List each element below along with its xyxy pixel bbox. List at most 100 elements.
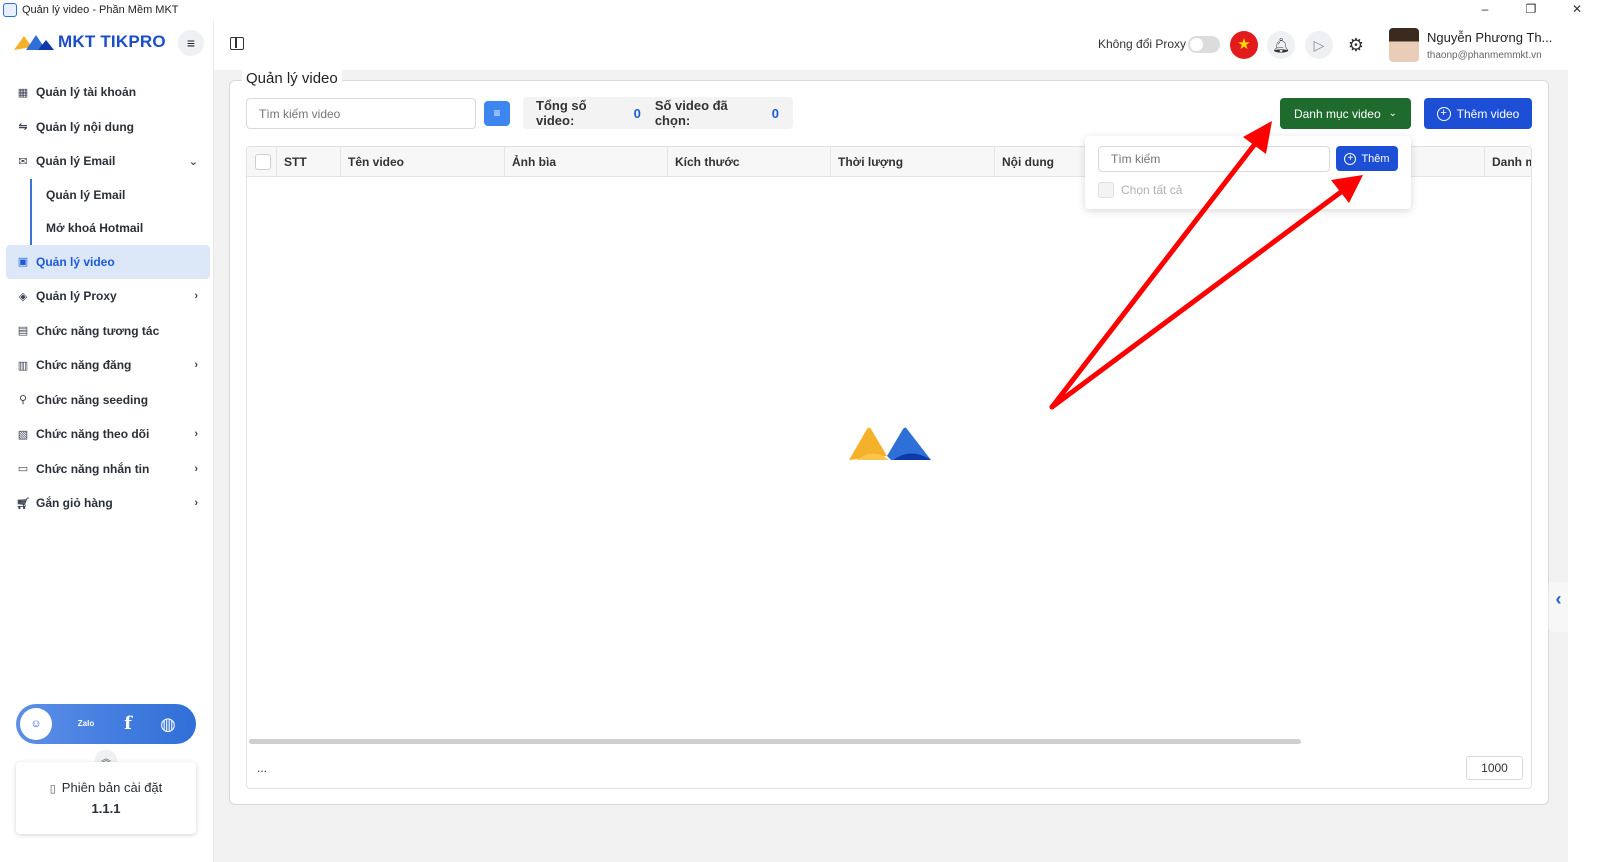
sidebar-item-label: Gắn giỏ hàng	[36, 496, 113, 511]
column-header-cover[interactable]: Ảnh bìa	[505, 147, 668, 177]
column-header-category[interactable]: Danh m	[1485, 147, 1531, 177]
sidebar-item-proxy[interactable]: ◈ Quản lý Proxy ›	[6, 279, 210, 314]
plus-icon: +	[1436, 106, 1451, 121]
language-flag-icon[interactable]: ★	[1230, 31, 1258, 59]
column-header-size[interactable]: Kích thước	[668, 147, 831, 177]
sidebar-item-label: Chức năng theo dõi	[36, 427, 150, 442]
window-controls: – ❐ ✕	[1462, 0, 1600, 20]
chevron-right-icon: ›	[194, 359, 198, 372]
horizontal-scrollbar[interactable]	[249, 739, 1301, 744]
total-label: Tổng số video:	[536, 98, 587, 128]
select-all-categories-checkbox[interactable]	[1098, 182, 1114, 198]
column-header-duration[interactable]: Thời lượng	[831, 147, 995, 177]
select-all-categories-label: Chọn tất cả	[1121, 183, 1183, 197]
minimize-button[interactable]: –	[1462, 0, 1508, 20]
interaction-icon: ▤	[17, 325, 29, 338]
close-button[interactable]: ✕	[1554, 0, 1600, 20]
brand-name: MKT TIKPRO	[58, 32, 166, 51]
dashboard-icon: ▦	[17, 86, 29, 99]
cart-icon: 🛒︎	[16, 497, 30, 510]
video-icon: ▣	[17, 256, 29, 269]
seeding-icon: ⚲	[18, 394, 28, 407]
chevron-left-icon[interactable]: ‹	[1548, 582, 1568, 632]
sidebar-item-cart[interactable]: 🛒︎ Gắn giỏ hàng ›	[6, 486, 210, 521]
chevron-right-icon: ›	[194, 462, 198, 475]
menu-toggle-icon[interactable]: ≡	[178, 30, 204, 56]
window-titlebar: Quản lý video - Phần Mềm MKT – ❐ ✕	[0, 0, 1600, 20]
social-bar: ☺ Zalo f ◍	[16, 704, 196, 744]
post-icon: ▥	[17, 359, 29, 372]
version-number: 1.1.1	[91, 801, 121, 816]
top-header: Không đổi Proxy ★ 🔔︎ ▷ ⚙ Nguyễn Phương T…	[214, 20, 1568, 70]
column-header-name[interactable]: Tên video	[341, 147, 505, 177]
sidebar-item-video[interactable]: ▣ Quản lý video	[6, 244, 210, 279]
sidebar-item-label: Quản lý Email	[36, 154, 116, 169]
page-title: Quản lý video	[242, 70, 342, 87]
gear-icon[interactable]: ⚙	[1342, 31, 1370, 59]
zalo-icon[interactable]: Zalo	[70, 708, 102, 740]
sidebar-item-label: Quản lý tài khoản	[36, 85, 137, 100]
sidebar-subitem-email-manage[interactable]: Quản lý Email	[30, 178, 210, 212]
sidebar-item-seeding[interactable]: ⚲ Chức năng seeding	[6, 383, 210, 418]
bell-icon[interactable]: 🔔︎	[1267, 31, 1295, 59]
right-gutter	[1568, 20, 1600, 862]
proxy-toggle[interactable]	[1188, 36, 1220, 53]
layout-toggle-icon[interactable]	[230, 37, 244, 50]
video-table: STT Tên video Ảnh bìa Kích thước Thời lư…	[246, 146, 1532, 789]
add-video-label: Thêm video	[1456, 106, 1520, 121]
chevron-down-icon: ⌄	[1388, 108, 1398, 119]
sidebar: MKT TIKPRO ≡ ▦ Quản lý tài khoản ⇋ Quản …	[0, 20, 214, 862]
video-stats: Tổng số video: 0 Số video đã chọn: 0	[523, 97, 793, 129]
video-category-button[interactable]: Danh mục video ⌄	[1280, 98, 1411, 129]
sidebar-item-label: Quản lý Proxy	[36, 289, 117, 304]
pagination-ellipsis: ...	[257, 761, 268, 775]
chevron-right-icon: ›	[194, 497, 198, 510]
search-video-input[interactable]	[246, 98, 476, 129]
selected-label: Số video đã chọn:	[654, 98, 728, 128]
app-icon	[3, 3, 17, 17]
user-email: thaonp@phanmemmkt.vn	[1427, 50, 1542, 61]
select-all-checkbox[interactable]	[255, 154, 271, 170]
email-icon: ✉	[18, 155, 28, 168]
add-video-button[interactable]: + Thêm video	[1424, 98, 1532, 129]
content-icon: ⇋	[18, 121, 28, 134]
globe-icon[interactable]: ◍	[152, 708, 184, 740]
plus-icon: +	[1344, 152, 1357, 165]
brand-logo[interactable]: MKT TIKPRO	[12, 32, 166, 52]
sidebar-item-label: Chức năng nhắn tin	[36, 461, 150, 476]
chevron-right-icon: ›	[194, 428, 198, 441]
user-name[interactable]: Nguyễn Phương Th...	[1427, 30, 1552, 45]
message-icon: ▭	[17, 463, 29, 476]
sidebar-item-content[interactable]: ⇋ Quản lý nội dung	[6, 110, 210, 145]
video-category-label: Danh mục video	[1293, 106, 1381, 121]
selected-count: 0	[771, 105, 779, 121]
filter-icon[interactable]: ≡	[484, 101, 510, 126]
sidebar-item-follow[interactable]: ▧ Chức năng theo dõi ›	[6, 417, 210, 452]
chevron-down-icon: ⌄	[188, 155, 198, 168]
total-count: 0	[633, 105, 641, 121]
empty-state-logo-icon	[849, 427, 931, 460]
play-icon[interactable]: ▷	[1305, 31, 1333, 59]
sidebar-item-accounts[interactable]: ▦ Quản lý tài khoản	[6, 75, 210, 110]
maximize-button[interactable]: ❐	[1508, 0, 1554, 20]
add-category-button[interactable]: + Thêm	[1336, 146, 1398, 171]
support-icon[interactable]: ☺	[20, 708, 52, 740]
sidebar-item-label: Chức năng tương tác	[36, 323, 160, 338]
follow-icon: ▧	[17, 428, 29, 441]
window-title: Quản lý video - Phần Mềm MKT	[22, 4, 179, 16]
version-label: Phiên bản cài đặt	[61, 780, 163, 795]
chevron-right-icon: ›	[194, 290, 198, 303]
sidebar-item-label: Quản lý nội dung	[36, 119, 134, 134]
sidebar-item-post[interactable]: ▥ Chức năng đăng ›	[6, 348, 210, 383]
sidebar-item-interaction[interactable]: ▤ Chức năng tương tác	[6, 314, 210, 349]
column-header-stt[interactable]: STT	[277, 147, 341, 177]
page-size-select[interactable]: 1000	[1466, 756, 1523, 780]
facebook-icon[interactable]: f	[112, 708, 144, 740]
sidebar-item-email[interactable]: ✉ Quản lý Email ⌄	[6, 144, 210, 179]
sidebar-item-message[interactable]: ▭ Chức năng nhắn tin ›	[6, 452, 210, 487]
sidebar-item-label: Chức năng đăng	[36, 358, 132, 373]
avatar[interactable]	[1389, 28, 1419, 62]
sidebar-subitem-unlock-hotmail[interactable]: Mở khoá Hotmail	[30, 211, 210, 245]
category-search-input[interactable]	[1098, 146, 1330, 172]
proxy-label: Không đổi Proxy	[1098, 37, 1187, 51]
